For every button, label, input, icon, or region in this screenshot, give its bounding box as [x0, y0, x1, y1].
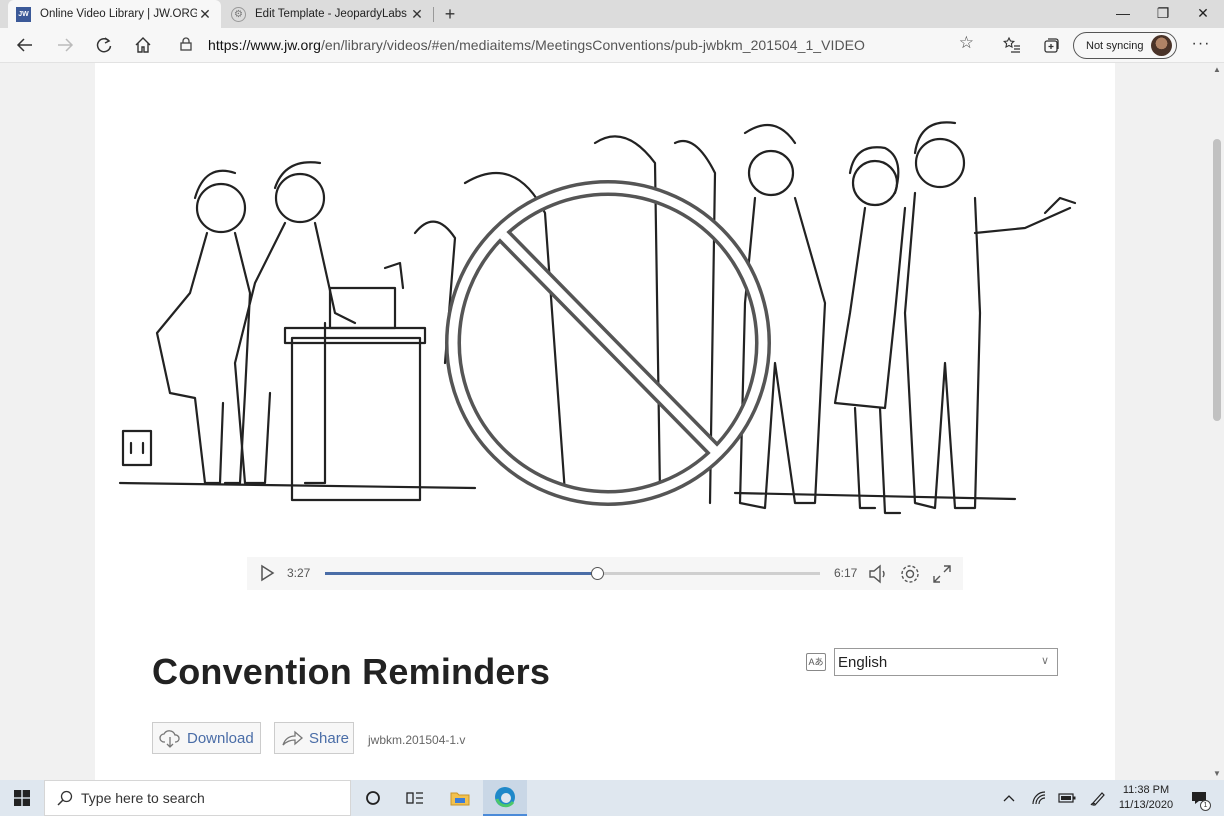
video-player[interactable]: 3:27 6:17: [95, 63, 1115, 598]
tab-jw-video-library[interactable]: JW Online Video Library | JW.ORG Vi ✕: [8, 0, 221, 28]
tab-divider: [433, 7, 434, 22]
video-duration: 6:17: [834, 566, 858, 580]
forward-button[interactable]: [50, 31, 80, 59]
chevron-down-icon: ∨: [1040, 655, 1049, 667]
cortana-circle-icon: [366, 791, 380, 805]
pen-button[interactable]: [1086, 780, 1110, 816]
new-tab-button[interactable]: +: [440, 3, 460, 25]
taskbar-search-box[interactable]: Type here to search: [44, 780, 351, 816]
file-explorer-button[interactable]: [438, 780, 482, 816]
share-button[interactable]: Share: [274, 722, 354, 754]
pen-icon: [1090, 792, 1105, 806]
scroll-up-arrow-icon[interactable]: ▲: [1213, 65, 1221, 74]
collections-button[interactable]: [1036, 31, 1066, 59]
selected-language: English: [838, 654, 888, 671]
jw-logo-icon: JW: [16, 6, 31, 22]
tab-title: Online Video Library | JW.ORG Vi: [40, 8, 197, 20]
current-time: 3:27: [287, 566, 311, 580]
wifi-button[interactable]: [1027, 780, 1051, 816]
tab-title: Edit Template - JeopardyLabs: [255, 8, 407, 20]
home-icon: [135, 37, 151, 53]
address-bar[interactable]: https://www.jw.org/en/library/videos/#en…: [168, 31, 988, 59]
back-button[interactable]: [10, 31, 40, 59]
search-icon: [57, 790, 73, 806]
task-view-button[interactable]: [393, 780, 437, 816]
scrollbar-thumb[interactable]: [1213, 139, 1221, 421]
task-view-icon: [406, 792, 423, 804]
download-label: Download: [187, 729, 254, 747]
cortana-button[interactable]: [351, 780, 395, 816]
battery-button[interactable]: [1055, 780, 1079, 816]
video-title: Convention Reminders: [152, 651, 551, 692]
edge-taskbar-button[interactable]: [483, 780, 527, 816]
action-center-button[interactable]: 1: [1184, 780, 1214, 816]
settings-gear-icon[interactable]: [899, 563, 921, 585]
tab-jeopardylabs[interactable]: ⚙ Edit Template - JeopardyLabs ✕: [223, 0, 433, 28]
show-hidden-icons-button[interactable]: [997, 780, 1021, 816]
page-scrollbar[interactable]: ▲ ▼: [1210, 63, 1224, 780]
cloud-download-icon: [159, 730, 180, 748]
close-tab-icon[interactable]: ✕: [197, 6, 213, 23]
jeopardylabs-icon: ⚙: [231, 6, 246, 22]
home-button[interactable]: [128, 31, 158, 59]
windows-taskbar: Type here to search 11:38 PM 11/13/2020 …: [0, 780, 1224, 816]
more-menu-button[interactable]: ···: [1186, 31, 1216, 59]
profile-sync-button[interactable]: Not syncing: [1073, 32, 1177, 59]
battery-icon: [1058, 793, 1076, 803]
volume-icon[interactable]: [867, 563, 889, 585]
tab-strip: JW Online Video Library | JW.ORG Vi ✕ ⚙ …: [0, 0, 1224, 28]
windows-logo-icon: [14, 790, 30, 806]
seek-handle[interactable]: [591, 567, 605, 580]
start-button[interactable]: [0, 780, 44, 816]
download-button[interactable]: Download: [152, 722, 261, 754]
lock-icon: [174, 36, 198, 54]
page-viewport: 3:27 6:17 Convention Reminders Aあ Englis…: [0, 63, 1210, 780]
favorites-list-icon: [1003, 36, 1020, 53]
wifi-icon: [1032, 791, 1046, 805]
share-arrow-icon: [282, 730, 303, 746]
scroll-down-arrow-icon[interactable]: ▼: [1213, 769, 1221, 778]
url-text: https://www.jw.org/en/library/videos/#en…: [208, 37, 865, 53]
favorites-button[interactable]: [997, 31, 1027, 59]
back-arrow-icon: [16, 38, 32, 52]
seek-bar-fill: [325, 572, 598, 575]
notification-count-badge: 1: [1200, 800, 1211, 811]
chevron-up-icon: [1003, 795, 1015, 802]
video-controls: 3:27 6:17: [247, 557, 963, 590]
video-frame-illustration: [118, 121, 1077, 515]
restore-button[interactable]: ❐: [1143, 0, 1183, 28]
browser-toolbar: https://www.jw.org/en/library/videos/#en…: [0, 28, 1224, 63]
video-page-content: 3:27 6:17 Convention Reminders Aあ Englis…: [95, 63, 1115, 780]
file-identifier: jwbkm.201504-1.v: [368, 733, 466, 747]
close-window-button[interactable]: ✕: [1183, 0, 1223, 28]
fullscreen-icon[interactable]: [931, 563, 953, 585]
forward-arrow-icon: [58, 38, 74, 52]
close-tab-icon[interactable]: ✕: [409, 6, 425, 23]
avatar: [1151, 35, 1172, 56]
language-select[interactable]: English ∨: [834, 648, 1058, 676]
seek-bar[interactable]: [325, 567, 820, 580]
favorite-star-icon[interactable]: ☆: [959, 33, 974, 53]
play-icon[interactable]: [257, 563, 277, 583]
system-clock[interactable]: 11:38 PM 11/13/2020: [1113, 783, 1179, 813]
sync-status-label: Not syncing: [1086, 39, 1144, 52]
clock-time: 11:38 PM: [1122, 784, 1170, 796]
refresh-button[interactable]: [89, 31, 119, 59]
clock-date: 11/13/2020: [1118, 799, 1174, 811]
folder-icon: [450, 792, 470, 806]
share-label: Share: [309, 729, 350, 747]
edge-browser-icon: [495, 787, 515, 808]
collections-icon: [1044, 38, 1059, 53]
refresh-icon: [96, 37, 112, 53]
search-placeholder: Type here to search: [81, 790, 205, 806]
language-icon: Aあ: [806, 653, 826, 671]
minimize-button[interactable]: —: [1103, 0, 1143, 28]
